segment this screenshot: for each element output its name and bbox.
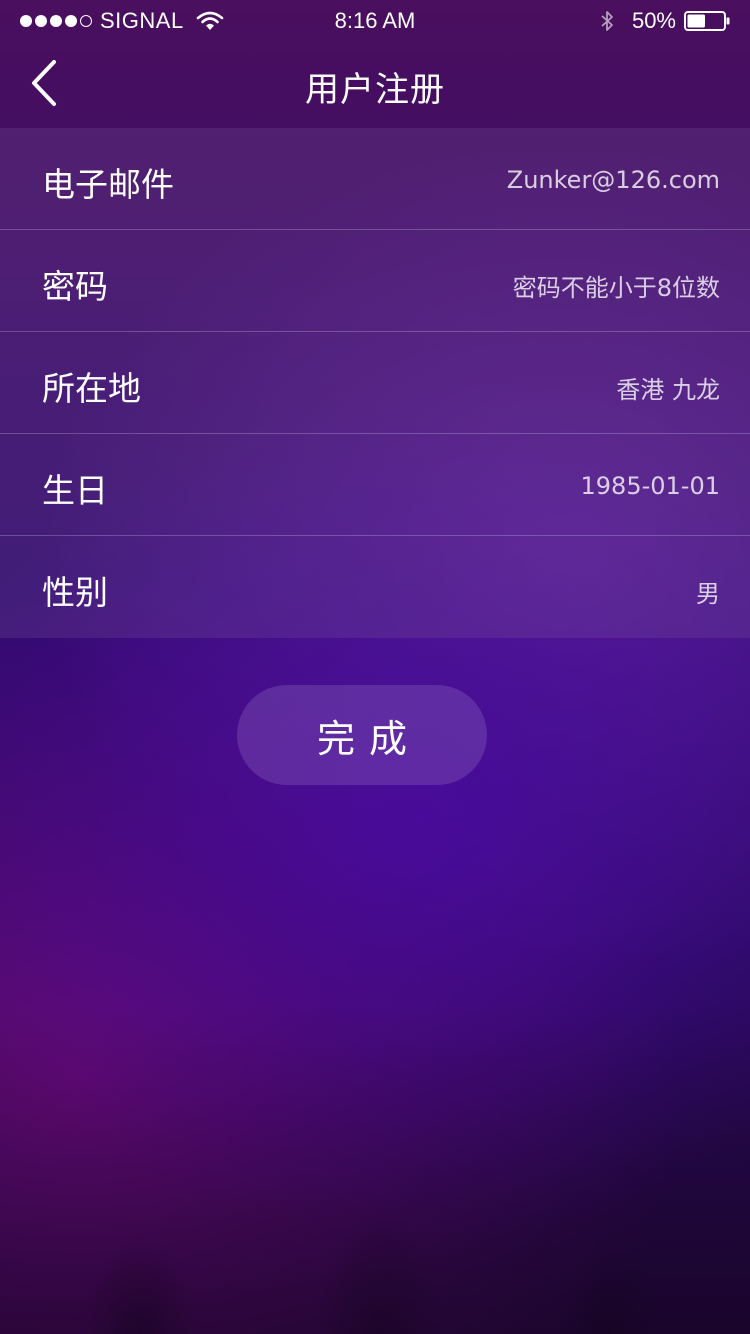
email-field[interactable]: Zunker@126.com [507,166,720,194]
status-right: 50% [600,8,730,34]
form-row-birthday[interactable]: 生日 1985-01-01 [0,434,750,536]
navigation-bar: 用户注册 [0,40,750,128]
battery-icon [684,11,730,31]
done-button[interactable]: 完成 [237,685,487,785]
birthday-label: 生日 [42,471,108,510]
background-crowd-image [0,1004,750,1334]
page-title: 用户注册 [305,70,445,110]
location-label: 所在地 [42,369,141,408]
bluetooth-icon [601,11,613,31]
battery-percent: 50% [631,8,676,33]
password-label: 密码 [42,267,108,306]
gender-field[interactable]: 男 [696,574,720,609]
gender-label: 性别 [42,573,108,612]
registration-form: 电子邮件 Zunker@126.com 密码 密码不能小于8位数 所在地 香港 … [0,128,750,638]
email-label: 电子邮件 [42,165,174,204]
form-row-password[interactable]: 密码 密码不能小于8位数 [0,230,750,332]
status-bar: SIGNAL 8:16 AM 50% [0,0,750,40]
password-field[interactable]: 密码不能小于8位数 [513,268,720,303]
form-row-gender[interactable]: 性别 男 [0,536,750,638]
birthday-field[interactable]: 1985-01-01 [581,472,720,500]
form-row-location[interactable]: 所在地 香港 九龙 [0,332,750,434]
location-field[interactable]: 香港 九龙 [616,370,720,405]
form-row-email[interactable]: 电子邮件 Zunker@126.com [0,128,750,230]
